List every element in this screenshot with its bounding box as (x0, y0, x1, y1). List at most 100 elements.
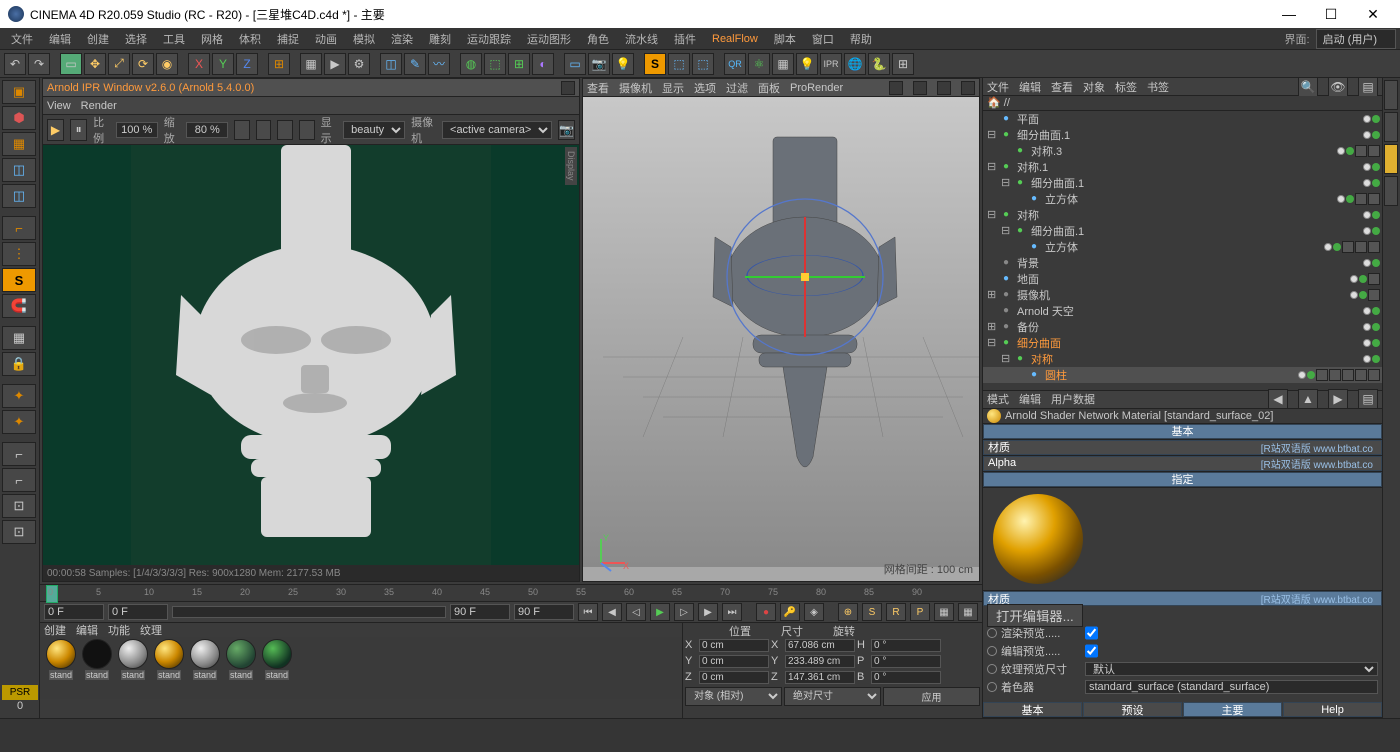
rec-pos-btn[interactable]: ⊕ (838, 603, 858, 621)
play-fwd-btn[interactable]: ▶ (650, 603, 670, 621)
material-item[interactable]: stand (44, 639, 78, 697)
arnold-mat2-btn[interactable]: ⬚ (692, 53, 714, 75)
ipr-opt4[interactable] (299, 120, 315, 140)
timeline-ruler[interactable]: 051015202530354045505560657075808590 (40, 584, 982, 601)
tool5-btn[interactable]: ⊡ (2, 494, 36, 518)
extra-btn[interactable]: ⊞ (892, 53, 914, 75)
menu-item[interactable]: 插件 (667, 29, 703, 49)
menu-item[interactable]: 渲染 (384, 29, 420, 49)
prop-input[interactable] (1085, 680, 1378, 694)
ipr-opt2[interactable] (256, 120, 272, 140)
redo-btn[interactable]: ↷ (28, 53, 50, 75)
python-btn[interactable]: 🐍 (868, 53, 890, 75)
ipr-camera-select[interactable]: <active camera> (442, 121, 552, 139)
rec-param-btn[interactable]: P (910, 603, 930, 621)
obj-menu-item[interactable]: 标签 (1115, 79, 1137, 95)
render-pv-btn[interactable]: ▦ (300, 53, 322, 75)
attr-tab-alpha[interactable]: Alpha[R站双语版 www.btbat.co (983, 456, 1382, 471)
obj-menu-item[interactable]: 查看 (1051, 79, 1073, 95)
point-mode-btn[interactable]: ⋮ (2, 242, 36, 266)
coord-size-input[interactable] (785, 671, 855, 684)
menu-item[interactable]: 选择 (118, 29, 154, 49)
plugin-btn[interactable]: ▦ (772, 53, 794, 75)
prev-key-btn[interactable]: ◀ (602, 603, 622, 621)
tool2-btn[interactable]: ✦ (2, 410, 36, 434)
coord-rot-input[interactable] (871, 671, 941, 684)
attr-btab-main[interactable]: 主要 (1183, 702, 1282, 717)
attr-btab-basic[interactable]: 基本 (983, 702, 1082, 717)
ipr-scale-input[interactable] (116, 122, 158, 138)
tree-row[interactable]: ⊟●对称.1 (983, 159, 1382, 175)
magnet-btn[interactable]: 🧲 (2, 294, 36, 318)
objects-breadcrumb[interactable]: 🏠 // (983, 96, 1382, 111)
layout-dropdown[interactable]: 启动 (用户) (1316, 29, 1396, 49)
tree-row[interactable]: ●地面 (983, 271, 1382, 287)
rec-opt-btn[interactable]: ▦ (958, 603, 978, 621)
tree-row[interactable]: ⊟●细分曲面.1 (983, 223, 1382, 239)
tree-row[interactable]: ●圆柱 (983, 367, 1382, 383)
coord-mode-size[interactable]: 绝对尺寸 (784, 687, 881, 706)
move-btn[interactable]: ✥ (84, 53, 106, 75)
rstrip-btn2[interactable] (1384, 112, 1398, 142)
material-preview-sphere[interactable] (993, 494, 1083, 584)
time-slider[interactable] (172, 606, 446, 618)
obj-menu-item[interactable]: 文件 (987, 79, 1009, 95)
obj-filter-btn[interactable]: ▤ (1358, 77, 1378, 97)
vp-menu-item[interactable]: ProRender (790, 82, 843, 94)
vp-btn1[interactable] (889, 81, 903, 95)
tree-row[interactable]: ●平面 (983, 111, 1382, 127)
material-item[interactable]: stand (260, 639, 294, 697)
menu-item[interactable]: 编辑 (42, 29, 78, 49)
coord-rot-input[interactable] (871, 655, 941, 668)
vp-menu-item[interactable]: 查看 (587, 80, 609, 96)
prim-cube-btn[interactable]: ◫ (380, 53, 402, 75)
menu-item[interactable]: 运动图形 (520, 29, 578, 49)
menu-item[interactable]: 网格 (194, 29, 230, 49)
coord-size-input[interactable] (785, 655, 855, 668)
axis-y-btn[interactable]: Y (212, 53, 234, 75)
vp-menu-item[interactable]: 过滤 (726, 80, 748, 96)
ipr-tab-view[interactable]: View (47, 100, 71, 112)
window-max[interactable]: ☐ (1312, 2, 1350, 26)
arnold-mat-btn[interactable]: ⬚ (668, 53, 690, 75)
ipr-display-select[interactable]: beauty (343, 121, 405, 139)
rec-rot-btn[interactable]: R (886, 603, 906, 621)
prim-pen-btn[interactable]: ✎ (404, 53, 426, 75)
ipr-zoom-input[interactable] (186, 122, 228, 138)
autokey-btn[interactable]: 🔑 (780, 603, 800, 621)
tree-row[interactable]: ●Arnold 天空 (983, 303, 1382, 319)
mat-menu-item[interactable]: 纹理 (140, 622, 162, 638)
time-current-input[interactable] (108, 604, 168, 620)
object-mode-btn[interactable]: ◫ (2, 184, 36, 208)
vp-menu-item[interactable]: 选项 (694, 80, 716, 96)
material-item[interactable]: stand (116, 639, 150, 697)
attr-menu-item[interactable]: 用户数据 (1051, 391, 1095, 407)
menu-realflow[interactable]: RealFlow (705, 31, 765, 47)
time-end-input[interactable] (450, 604, 510, 620)
object-tree[interactable]: ●平面⊟●细分曲面.1●对称.3⊟●对称.1⊟●细分曲面.1●立方体⊟●对称⊟●… (983, 111, 1382, 391)
prim-spline-btn[interactable]: 〰 (428, 53, 450, 75)
viewport-3d-area[interactable]: 透视视图 (583, 97, 979, 581)
goto-start-btn[interactable]: ⏮ (578, 603, 598, 621)
psr-label[interactable]: PSR (2, 685, 38, 700)
coord-apply-btn[interactable]: 应用 (883, 687, 980, 706)
time-end2-input[interactable] (514, 604, 574, 620)
last-tool-btn[interactable]: ◉ (156, 53, 178, 75)
undo-btn[interactable]: ↶ (4, 53, 26, 75)
tree-row[interactable]: ⊟●细分曲面.1 (983, 175, 1382, 191)
prop-select[interactable]: 默认 (1085, 662, 1378, 676)
generator-array-btn[interactable]: ⊞ (508, 53, 530, 75)
tree-row[interactable]: ⊟●细分曲面 (983, 335, 1382, 351)
tree-row[interactable]: ⊟●细分曲面.1 (983, 127, 1382, 143)
coord-pos-input[interactable] (699, 671, 769, 684)
attr-tab-basic[interactable]: 基本 (983, 424, 1382, 439)
tree-row[interactable]: ●立方体 (983, 191, 1382, 207)
tree-row[interactable]: ⊞●备份 (983, 319, 1382, 335)
menu-item[interactable]: 角色 (580, 29, 616, 49)
menu-item[interactable]: 创建 (80, 29, 116, 49)
menu-item[interactable]: 脚本 (767, 29, 803, 49)
menu-item[interactable]: 窗口 (805, 29, 841, 49)
vp-menu-item[interactable]: 摄像机 (619, 80, 652, 96)
render-settings-btn[interactable]: ⚙ (348, 53, 370, 75)
prop-checkbox[interactable] (1085, 626, 1098, 640)
